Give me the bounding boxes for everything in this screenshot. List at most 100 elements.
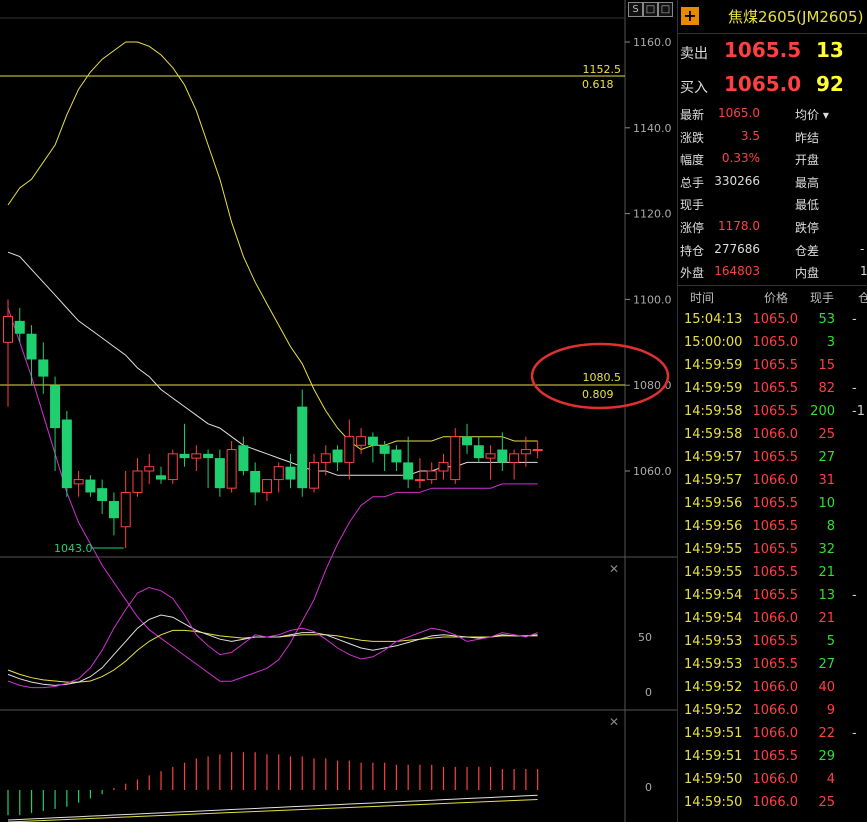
plus-icon[interactable]: + [681,7,699,25]
tick-row[interactable]: 14:59:53 1065.5 27 [678,653,867,676]
tick-row[interactable]: 14:59:58 1066.0 25 [678,423,867,446]
candle-body-down [38,359,49,377]
candle-body-down [108,501,119,519]
osc-axis-label: 50 [638,631,652,644]
ask-price[interactable]: 1065.5 [724,38,801,62]
candlestick-chart[interactable]: 1160.01140.01120.01100.01080.01060.05000… [0,0,677,822]
tick-price: 1065.5 [752,565,799,580]
tick-row[interactable]: 14:59:52 1066.0 40 [678,676,867,699]
candle-body-down [61,419,72,489]
stat-value-2: 1 [860,264,867,279]
stat-label-2: 仓差 [795,243,820,258]
stat-label-2: 内盘 [795,266,820,281]
macd-dea-line [7,799,538,822]
toolbar-window-button[interactable]: □ [643,2,658,17]
candle-body-down [156,475,167,480]
tick-row[interactable]: 14:59:58 1065.5 200 -1 [678,400,867,423]
fib-ratio-label: 0.618 [582,78,614,91]
tick-row[interactable]: 14:59:55 1065.5 32 [678,538,867,561]
tick-volume: 25 [818,795,835,810]
tick-price: 1065.0 [752,335,799,350]
tick-row[interactable]: 14:59:59 1065.5 82- [678,377,867,400]
price-axis-label: 1140.0 [633,122,672,135]
tick-row[interactable]: 14:59:54 1066.0 21 [678,607,867,630]
stat-row: 涨停 1178.0 跌停 [678,216,867,239]
tick-row[interactable]: 15:00:00 1065.0 3 [678,331,867,354]
tick-price: 1065.5 [752,496,799,511]
contract-title[interactable]: 焦煤2605(JM2605) [728,6,863,27]
tick-row[interactable]: 14:59:51 1066.0 22- [678,722,867,745]
stat-value: 277686 [714,241,760,256]
bid-volume: 92 [816,72,844,96]
candle-body-up [356,436,367,446]
tick-row[interactable]: 14:59:52 1066.0 9 [678,699,867,722]
toolbar-maximize-button[interactable]: □ [658,2,673,17]
tick-list[interactable]: 15:04:13 1065.0 53-15:00:00 1065.0 3 14:59:59… [678,308,867,814]
stat-label: 现手 [680,198,705,213]
tick-price: 1065.5 [752,519,799,534]
candle-body-up [320,453,331,463]
candle-body-down [332,449,343,463]
tick-row[interactable]: 14:59:50 1066.0 4 [678,768,867,791]
tick-price: 1066.0 [752,726,799,741]
candle-body-up [273,466,284,481]
close-icon: ✕ [609,562,619,576]
osc-k-line [7,586,538,689]
price-axis-label: 1160.0 [633,36,672,49]
ask-label: 卖出 [680,46,708,62]
macd-axis-label: 0 [645,781,652,794]
tick-row[interactable]: 15:04:13 1065.0 53- [678,308,867,331]
tick-row[interactable]: 14:59:56 1065.5 10 [678,492,867,515]
tick-row[interactable]: 14:59:54 1065.5 13- [678,584,867,607]
candle-body-down [391,449,402,463]
stat-label: 涨跌 [680,130,705,145]
stat-row: 现手 最低 [678,193,867,216]
tick-extra: - [852,381,857,396]
stat-value: 0.33% [721,151,760,166]
tick-volume: 29 [818,749,835,764]
tick-price: 1065.5 [752,450,799,465]
candle-body-down [238,445,249,471]
candle-body-up [261,479,272,493]
tick-volume: 200 [810,404,835,419]
candle-body-down [285,466,296,480]
tick-extra: - [852,588,857,603]
tick-volume: 9 [826,703,835,718]
bid-price[interactable]: 1065.0 [724,72,801,96]
tick-row[interactable]: 14:59:57 1066.0 31 [678,469,867,492]
tick-row[interactable]: 14:59:50 1066.0 25 [678,791,867,814]
tick-volume: 27 [818,657,835,672]
candle-body-up [532,449,543,452]
candle-body-up [344,436,355,463]
tick-row[interactable]: 14:59:55 1065.5 21 [678,561,867,584]
quote-stats: 最新 1065.0 均价 ▾ 涨跌 3.5 昨结 幅度 0.33% 开盘 总手 330266 最高 现手… [678,103,867,284]
tick-price: 1065.5 [752,634,799,649]
tick-price: 1065.5 [752,381,799,396]
stat-row: 持仓 277686 仓差 - [678,239,867,262]
stat-value-2: - [860,241,865,256]
ticks-header-price: 价格 [764,291,789,305]
candle-body-down [50,385,61,429]
toolbar-s-button[interactable]: S [628,2,643,17]
osc-j-line [7,629,538,683]
candle-body-up [144,466,155,472]
candle-body-down [403,462,414,480]
price-axis-label: 1060.0 [633,465,672,478]
osc-d-line [7,614,538,686]
tick-price: 1066.0 [752,703,799,718]
candle-body-up [509,453,520,463]
candle-body-down [26,333,37,360]
tick-volume: 10 [818,496,835,511]
tick-row[interactable]: 14:59:56 1065.5 8 [678,515,867,538]
chart-area[interactable]: 1160.0 1140.0 1120.0 1100.0 1080.0 1060.0 50 0 0… [0,0,677,822]
tick-row[interactable]: 14:59:57 1065.5 27 [678,446,867,469]
tick-volume: 21 [818,611,835,626]
tick-row[interactable]: 14:59:59 1065.5 15 [678,354,867,377]
tick-price: 1066.0 [752,611,799,626]
tick-row[interactable]: 14:59:51 1065.5 29 [678,745,867,768]
candle-body-up [414,479,425,482]
upper-band-line [7,41,538,451]
candle-body-down [214,458,225,489]
tick-row[interactable]: 14:59:53 1065.5 5 [678,630,867,653]
candle-body-down [179,453,190,459]
